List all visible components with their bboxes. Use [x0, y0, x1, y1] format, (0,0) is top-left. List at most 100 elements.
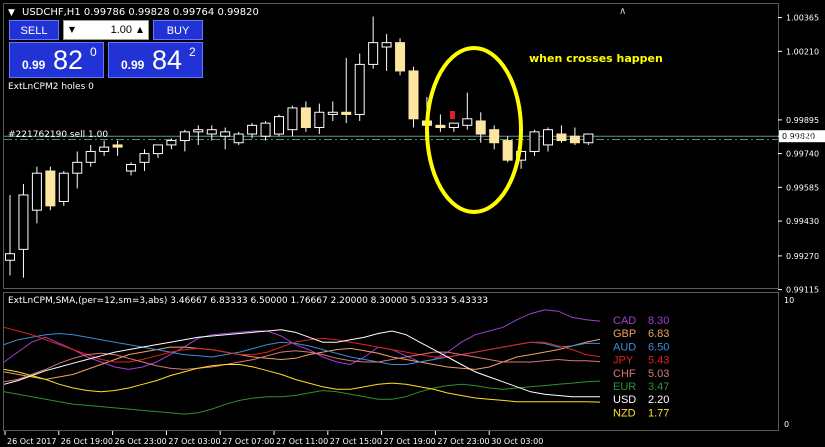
- series-line-nzd: [3, 364, 601, 403]
- bull-candle: [448, 122, 459, 129]
- price-lines: 0.99820: [4, 130, 825, 143]
- bear-candle: [300, 107, 311, 129]
- bull-candle: [179, 131, 190, 142]
- bear-candle: [341, 111, 352, 115]
- legend-name-usd: USD: [613, 394, 636, 406]
- time-tick-label: 27 Oct 03:00: [168, 437, 220, 446]
- legend-value-jpy: 5.43: [648, 355, 669, 367]
- bull-candle: [85, 150, 96, 163]
- bull-candle: [99, 146, 110, 152]
- price-tick-label: 0.99430: [786, 217, 819, 226]
- bear-candle: [475, 120, 486, 135]
- legend-value-nzd: 1.77: [648, 407, 669, 419]
- bull-candle: [287, 107, 298, 131]
- bull-candle: [220, 131, 231, 137]
- legend-name-cad: CAD: [613, 315, 636, 327]
- bull-candle: [314, 111, 325, 129]
- indicator-axis: 10 0: [784, 296, 794, 429]
- cross-marker: [450, 111, 455, 119]
- bear-candle: [489, 129, 500, 144]
- collapse-chevron-icon[interactable]: ∧: [619, 6, 626, 17]
- buy-price-sup: 2: [189, 45, 196, 59]
- triangle-icon[interactable]: ▼: [8, 8, 15, 18]
- bull-candle: [354, 63, 365, 115]
- price-tick-label: 1.00365: [786, 14, 819, 23]
- lot-size-value[interactable]: 1.00: [80, 21, 132, 39]
- buy-price-small: 0.99: [121, 58, 145, 72]
- time-tick-label: 26 Oct 2017: [7, 437, 56, 446]
- price-tick-label: 0.99115: [786, 286, 819, 295]
- price-tick-label: 0.99740: [786, 150, 819, 159]
- bull-candle: [274, 116, 284, 135]
- time-tick-label: 27 Oct 07:00: [222, 437, 274, 446]
- bull-candle: [543, 129, 553, 146]
- time-tick-label: 27 Oct 15:00: [330, 437, 382, 446]
- bull-candle: [31, 172, 42, 211]
- bull-candle: [206, 129, 217, 135]
- bull-candle: [126, 163, 137, 172]
- legend-value-eur: 3.47: [648, 381, 669, 393]
- legend-name-jpy: JPY: [613, 355, 634, 367]
- sell-price-sup: 0: [90, 45, 97, 59]
- legend-value-cad: 8.30: [648, 315, 669, 327]
- legend-name-aud: AUD: [613, 341, 636, 353]
- buy-price-big: 84: [152, 45, 183, 75]
- indicator-tick-label: 0: [784, 420, 789, 429]
- bull-candle: [193, 129, 204, 133]
- bull-candle: [139, 153, 150, 163]
- bull-candle: [529, 131, 540, 152]
- bull-candle: [583, 133, 594, 144]
- bull-candle: [260, 122, 271, 137]
- bull-candle: [462, 118, 473, 126]
- series-line-eur: [3, 380, 601, 415]
- bear-candle: [45, 170, 56, 207]
- bull-candle: [152, 144, 163, 155]
- buy-price-box[interactable]: 0.99 84 2: [108, 42, 203, 78]
- sell-price-small: 0.99: [22, 58, 46, 72]
- sell-price-box[interactable]: 0.99 82 0: [9, 42, 104, 78]
- indicator-tick-label: 10: [784, 296, 794, 305]
- order-line-label: #221762190 sell 1.00: [8, 130, 108, 140]
- series-line-usd: [3, 329, 600, 398]
- lot-increase-icon[interactable]: ▲: [133, 21, 147, 39]
- indicator-legend: CAD 8.30 GBP 6.83 AUD 6.50 JPY 5.43 CHF 5.03 EUR 3.…: [613, 315, 669, 419]
- buy-button[interactable]: BUY: [153, 20, 203, 40]
- bull-candle: [327, 111, 338, 115]
- price-tick-label: 0.99895: [786, 116, 819, 125]
- bear-candle: [112, 144, 123, 148]
- lot-decrease-icon[interactable]: ▼: [65, 21, 79, 39]
- bull-candle: [381, 42, 392, 48]
- symbol-info: USDCHF,H1 0.99786 0.99828 0.99764 0.9982…: [22, 7, 259, 18]
- bear-candle: [556, 133, 567, 142]
- legend-value-aud: 6.50: [648, 341, 669, 353]
- time-tick-label: 26 Oct 23:00: [115, 437, 167, 446]
- time-tick-label: 27 Oct 11:00: [276, 437, 328, 446]
- annotation-ellipse: [425, 46, 523, 214]
- legend-value-gbp: 6.83: [648, 328, 669, 340]
- series-line-cad: [3, 309, 601, 370]
- legend-value-chf: 5.03: [648, 368, 669, 380]
- bull-candle: [18, 194, 29, 250]
- legend-name-eur: EUR: [613, 381, 636, 393]
- indicator-lines: [3, 309, 601, 415]
- time-tick-label: 27 Oct 23:00: [437, 437, 489, 446]
- time-axis: 26 Oct 2017 26 Oct 19:00 26 Oct 23:00 27 Oc…: [4, 431, 543, 446]
- sell-button[interactable]: SELL: [9, 20, 59, 40]
- indicator-caption: ExtLnCPM2 holes 0: [8, 82, 94, 92]
- bull-candle: [72, 161, 83, 174]
- bull-candle: [247, 124, 258, 135]
- bear-candle: [408, 70, 419, 120]
- legend-name-chf: CHF: [613, 368, 636, 380]
- bull-candle: [368, 42, 379, 65]
- bear-candle: [502, 140, 513, 161]
- lot-size-field[interactable]: ▼ 1.00 ▲: [63, 20, 149, 40]
- legend-name-gbp: GBP: [613, 328, 636, 340]
- time-tick-label: 30 Oct 03:00: [491, 437, 543, 446]
- bull-candle: [233, 133, 244, 144]
- time-tick-label: 27 Oct 19:00: [384, 437, 436, 446]
- price-tick-label: 1.00210: [786, 47, 819, 56]
- series-line-chf: [3, 350, 601, 383]
- price-tick-label: 0.99585: [786, 183, 819, 192]
- price-tick-label: 0.99820: [786, 132, 819, 141]
- indicator-title: ExtLnCPM,SMA,(per=12,sm=3,abs) 3.46667 6…: [8, 296, 488, 306]
